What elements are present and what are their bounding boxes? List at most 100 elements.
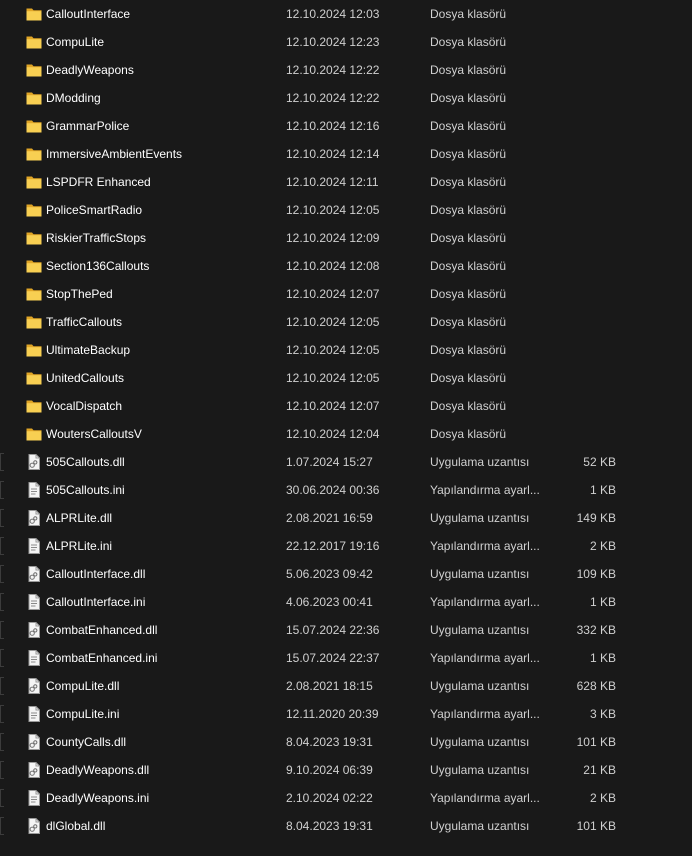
ini-file-icon bbox=[26, 537, 42, 555]
file-row[interactable]: RiskierTrafficStops 12.10.2024 12:09 Dosya… bbox=[0, 224, 692, 252]
file-size: 1 KB bbox=[589, 483, 616, 497]
file-type: Yapılandırma ayarl... bbox=[430, 707, 540, 721]
file-name: CalloutInterface.ini bbox=[46, 595, 146, 609]
file-name: CompuLite.dll bbox=[46, 679, 120, 693]
file-type: Dosya klasörü bbox=[430, 175, 507, 189]
file-row[interactable]: TrafficCallouts 12.10.2024 12:05 Dosya kla… bbox=[0, 308, 692, 336]
file-size: 21 KB bbox=[583, 763, 616, 777]
file-row[interactable]: dlGlobal.dll 8.04.2023 19:31 Uygulama uzan… bbox=[0, 812, 692, 840]
file-row[interactable]: CompuLite 12.10.2024 12:23 Dosya klasörü bbox=[0, 28, 692, 56]
folder-icon bbox=[26, 5, 42, 23]
file-date-modified: 12.10.2024 12:05 bbox=[286, 203, 380, 217]
file-row[interactable]: 505Callouts.dll 1.07.2024 15:27 Uygulama u… bbox=[0, 448, 692, 476]
file-size: 101 KB bbox=[576, 735, 616, 749]
row-selection-edge bbox=[0, 509, 4, 527]
file-row[interactable]: DeadlyWeapons.ini 2.10.2024 02:22 Yapıland… bbox=[0, 784, 692, 812]
file-row[interactable]: StopThePed 12.10.2024 12:07 Dosya klasörü bbox=[0, 280, 692, 308]
file-row[interactable]: CompuLite.dll 2.08.2021 18:15 Uygulama uza… bbox=[0, 672, 692, 700]
file-name: Section136Callouts bbox=[46, 259, 150, 273]
folder-icon bbox=[26, 201, 42, 219]
dll-file-icon bbox=[26, 761, 42, 779]
file-row[interactable]: PoliceSmartRadio 12.10.2024 12:05 Dosya kl… bbox=[0, 196, 692, 224]
file-row[interactable]: UnitedCallouts 12.10.2024 12:05 Dosya klas… bbox=[0, 364, 692, 392]
file-date-modified: 12.10.2024 12:04 bbox=[286, 427, 380, 441]
file-date-modified: 15.07.2024 22:36 bbox=[286, 623, 380, 637]
file-name: CompuLite bbox=[46, 35, 105, 49]
dll-file-icon bbox=[26, 677, 42, 695]
file-row[interactable]: CalloutInterface.ini 4.06.2023 00:41 Yapıl… bbox=[0, 588, 692, 616]
file-row[interactable]: CombatEnhanced.dll 15.07.2024 22:36 Uygula… bbox=[0, 616, 692, 644]
row-selection-edge bbox=[0, 677, 4, 695]
file-type: Dosya klasörü bbox=[430, 119, 507, 133]
file-row[interactable]: GrammarPolice 12.10.2024 12:16 Dosya klasö… bbox=[0, 112, 692, 140]
file-date-modified: 5.06.2023 09:42 bbox=[286, 567, 373, 581]
file-size: 109 KB bbox=[576, 567, 616, 581]
file-type: Uygulama uzantısı bbox=[430, 623, 530, 637]
file-row[interactable]: DeadlyWeapons 12.10.2024 12:22 Dosya klasö… bbox=[0, 56, 692, 84]
file-row[interactable]: DeadlyWeapons.dll 9.10.2024 06:39 Uygulama… bbox=[0, 756, 692, 784]
file-date-modified: 12.11.2020 20:39 bbox=[286, 707, 379, 721]
file-row[interactable]: DModding 12.10.2024 12:22 Dosya klasörü bbox=[0, 84, 692, 112]
file-date-modified: 15.07.2024 22:37 bbox=[286, 651, 380, 665]
file-name: StopThePed bbox=[46, 287, 113, 301]
row-selection-edge bbox=[0, 537, 4, 555]
ini-file-icon bbox=[26, 649, 42, 667]
file-row[interactable]: CalloutInterface 12.10.2024 12:03 Dosya kl… bbox=[0, 0, 692, 28]
folder-icon bbox=[26, 33, 42, 51]
file-name: DeadlyWeapons.dll bbox=[46, 763, 150, 777]
file-row[interactable]: CalloutInterface.dll 5.06.2023 09:42 Uygul… bbox=[0, 560, 692, 588]
file-date-modified: 12.10.2024 12:22 bbox=[286, 63, 380, 77]
folder-icon bbox=[26, 397, 42, 415]
file-row[interactable]: VocalDispatch 12.10.2024 12:07 Dosya klasö… bbox=[0, 392, 692, 420]
file-type: Uygulama uzantısı bbox=[430, 819, 530, 833]
file-size: 52 KB bbox=[583, 455, 616, 469]
file-name: ALPRLite.ini bbox=[46, 539, 113, 553]
file-row[interactable]: UltimateBackup 12.10.2024 12:05 Dosya klas… bbox=[0, 336, 692, 364]
file-date-modified: 1.07.2024 15:27 bbox=[286, 455, 373, 469]
dll-file-icon bbox=[26, 453, 42, 471]
file-name: 505Callouts.dll bbox=[46, 455, 125, 469]
row-selection-edge bbox=[0, 705, 4, 723]
file-size: 2 KB bbox=[589, 791, 616, 805]
file-name: DeadlyWeapons bbox=[46, 63, 134, 77]
file-type: Dosya klasörü bbox=[430, 231, 507, 245]
file-date-modified: 12.10.2024 12:11 bbox=[286, 175, 379, 189]
file-type: Dosya klasörü bbox=[430, 147, 507, 161]
file-row[interactable]: WoutersCalloutsV 12.10.2024 12:04 Dosya kl… bbox=[0, 420, 692, 448]
file-list: CalloutInterface 12.10.2024 12:03 Dosya kl… bbox=[0, 0, 692, 856]
file-row[interactable]: LSPDFR Enhanced 12.10.2024 12:11 Dosya kla… bbox=[0, 168, 692, 196]
file-date-modified: 12.10.2024 12:05 bbox=[286, 315, 380, 329]
file-type: Uygulama uzantısı bbox=[430, 455, 530, 469]
file-name: ALPRLite.dll bbox=[46, 511, 113, 525]
file-row[interactable]: Section136Callouts 12.10.2024 12:08 Dosya … bbox=[0, 252, 692, 280]
row-selection-edge bbox=[0, 621, 4, 639]
file-row[interactable]: 505Callouts.ini 30.06.2024 00:36 Yapılandı… bbox=[0, 476, 692, 504]
dll-file-icon bbox=[26, 733, 42, 751]
file-name: dlGlobal.dll bbox=[46, 819, 106, 833]
ini-file-icon bbox=[26, 593, 42, 611]
row-selection-edge bbox=[0, 453, 4, 471]
file-type: Yapılandırma ayarl... bbox=[430, 791, 540, 805]
file-date-modified: 12.10.2024 12:07 bbox=[286, 399, 380, 413]
file-date-modified: 12.10.2024 12:09 bbox=[286, 231, 380, 245]
file-row[interactable]: CombatEnhanced.ini 15.07.2024 22:37 Yapıla… bbox=[0, 644, 692, 672]
file-row[interactable]: ALPRLite.dll 2.08.2021 16:59 Uygulama uzan… bbox=[0, 504, 692, 532]
dll-file-icon bbox=[26, 621, 42, 639]
file-type: Uygulama uzantısı bbox=[430, 763, 530, 777]
file-type: Uygulama uzantısı bbox=[430, 511, 530, 525]
file-size: 332 KB bbox=[576, 623, 616, 637]
file-size: 149 KB bbox=[576, 511, 616, 525]
file-name: GrammarPolice bbox=[46, 119, 130, 133]
file-name: LSPDFR Enhanced bbox=[46, 175, 151, 189]
file-row[interactable]: ALPRLite.ini 22.12.2017 19:16 Yapılandırma… bbox=[0, 532, 692, 560]
file-row[interactable]: CountyCalls.dll 8.04.2023 19:31 Uygulama u… bbox=[0, 728, 692, 756]
file-row[interactable]: CompuLite.ini 12.11.2020 20:39 Yapılandırm… bbox=[0, 700, 692, 728]
file-name: 505Callouts.ini bbox=[46, 483, 125, 497]
file-row[interactable]: ImmersiveAmbientEvents 12.10.2024 12:14 Do… bbox=[0, 140, 692, 168]
file-type: Dosya klasörü bbox=[430, 287, 507, 301]
file-name: DModding bbox=[46, 91, 101, 105]
ini-file-icon bbox=[26, 705, 42, 723]
file-type: Dosya klasörü bbox=[430, 315, 507, 329]
file-name: CombatEnhanced.ini bbox=[46, 651, 158, 665]
folder-icon bbox=[26, 145, 42, 163]
